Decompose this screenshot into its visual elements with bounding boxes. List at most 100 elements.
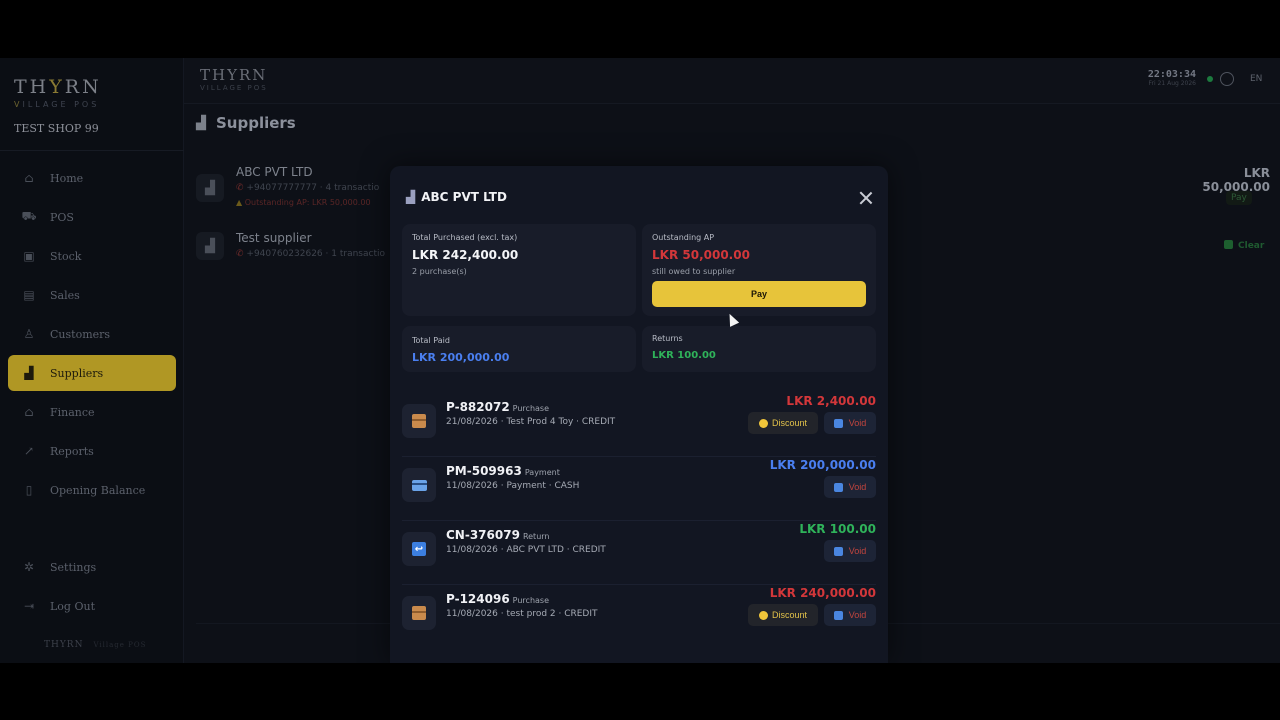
sidebar-item-suppliers[interactable]: ▟ Suppliers — [8, 355, 176, 391]
phone-icon: ✆ — [236, 183, 247, 193]
supplier-clear-button[interactable]: Clear — [1224, 240, 1264, 251]
shop-name: TEST SHOP 99 — [14, 122, 99, 135]
transaction-id: CN-376079 Return — [446, 528, 550, 542]
stat-value: LKR 242,400.00 — [412, 248, 519, 262]
bank-icon: ⌂ — [24, 405, 34, 419]
clock: 22:03:34 Fri 21 Aug 2026 — [1144, 69, 1196, 87]
sidebar-item-label: Sales — [50, 288, 80, 302]
sidebar-item-pos[interactable]: ⛟ POS — [8, 199, 176, 235]
sidebar-item-sales[interactable]: ▤ Sales — [8, 277, 176, 313]
topbar-logo: THYRN VILLAGE POS — [200, 66, 268, 92]
transaction-type: Purchase — [512, 596, 549, 605]
stat-label: Total Purchased (excl. tax) — [412, 233, 518, 242]
stat-subtext: still owed to supplier — [652, 267, 736, 276]
divider — [402, 456, 876, 457]
discount-icon — [758, 418, 768, 428]
transaction-type: Purchase — [512, 404, 549, 413]
sidebar-divider — [0, 150, 184, 151]
void-icon — [833, 610, 843, 620]
stat-total-paid: Total Paid LKR 200,000.00 — [402, 326, 636, 372]
book-icon: ▯ — [25, 483, 33, 497]
supplier-outstanding-amount: LKR 50,000.00 — [1202, 166, 1270, 194]
factory-icon: ▟ — [406, 190, 416, 204]
letterbox-bottom — [0, 663, 1280, 720]
void-button[interactable]: Void — [824, 604, 876, 626]
sidebar-item-reports[interactable]: ↗ Reports — [8, 433, 176, 469]
globe-icon[interactable] — [1220, 72, 1234, 86]
transaction-row[interactable]: P-124096 Purchase 11/08/2026 · test prod … — [402, 586, 876, 654]
sidebar-item-stock[interactable]: ▣ Stock — [8, 238, 176, 274]
transaction-row[interactable]: P-882072 Purchase 21/08/2026 · Test Prod … — [402, 394, 876, 462]
transaction-detail: 11/08/2026 · test prod 2 · CREDIT — [446, 609, 598, 619]
brand-logo: THYRN VILLAGE POS — [14, 76, 102, 109]
transaction-amount: LKR 240,000.00 — [769, 586, 876, 600]
supplier-warning: ▲ Outstanding AP: LKR 50,000.00 — [236, 198, 371, 207]
transaction-id: P-882072 Purchase — [446, 400, 549, 414]
topbar-logo-subtitle: VILLAGE POS — [200, 84, 268, 92]
sidebar-item-label: Opening Balance — [50, 483, 146, 497]
transaction-row[interactable]: ↩ CN-376079 Return 11/08/2026 · ABC PVT L… — [402, 522, 876, 590]
supplier-detail-modal: ▟ ABC PVT LTD Total Purchased (excl. tax)… — [390, 166, 888, 663]
footer-brand: THYRN — [44, 640, 84, 650]
stat-label: Returns — [652, 334, 683, 343]
sidebar-item-label: Finance — [50, 405, 95, 419]
sidebar-item-label: Reports — [50, 444, 94, 458]
factory-icon: ▟ — [196, 115, 206, 131]
transaction-type: Payment — [524, 468, 560, 477]
supplier-meta: ✆ +94077777777 · 4 transactio — [236, 183, 380, 193]
clock-time: 22:03:34 — [1147, 69, 1196, 80]
pay-button[interactable]: Pay — [652, 281, 866, 307]
stat-subtext: 2 purchase(s) — [412, 267, 467, 276]
sidebar-item-logout[interactable]: ⇥ Log Out — [8, 588, 176, 624]
topbar-logo-text: THYRN — [200, 66, 268, 84]
sidebar-item-opening-balance[interactable]: ▯ Opening Balance — [8, 472, 176, 508]
sidebar-item-label: Suppliers — [50, 366, 104, 380]
supplier-name: ABC PVT LTD — [236, 165, 313, 179]
stat-value: LKR 100.00 — [652, 350, 716, 361]
sidebar-item-label: Settings — [50, 560, 97, 574]
transaction-detail: 21/08/2026 · Test Prod 4 Toy · CREDIT — [446, 417, 616, 427]
void-button[interactable]: Void — [824, 540, 876, 562]
discount-button[interactable]: Discount — [748, 412, 818, 434]
brand-wordmark: THYRN — [14, 76, 102, 98]
supplier-meta: ✆ +940760232626 · 1 transactio — [236, 249, 385, 259]
void-icon — [833, 418, 843, 428]
sidebar: THYRN VILLAGE POS TEST SHOP 99 ⌂ Home ⛟ PO… — [0, 58, 184, 663]
void-button[interactable]: Void — [824, 476, 876, 498]
transaction-id: PM-509963 Payment — [446, 464, 560, 478]
transaction-row[interactable]: PM-509963 Payment 11/08/2026 · Payment · … — [402, 458, 876, 526]
stat-value: LKR 200,000.00 — [412, 351, 510, 364]
sidebar-item-finance[interactable]: ⌂ Finance — [8, 394, 176, 430]
divider — [402, 520, 876, 521]
void-button[interactable]: Void — [824, 412, 876, 434]
box-icon: ▣ — [23, 249, 35, 263]
check-icon — [1224, 240, 1233, 249]
stat-label: Outstanding AP — [652, 233, 715, 242]
stat-total-purchased: Total Purchased (excl. tax) LKR 242,400.… — [402, 224, 636, 316]
return-arrow-icon: ↩ — [402, 532, 436, 566]
sidebar-item-settings[interactable]: ✲ Settings — [8, 549, 176, 585]
letterbox-top — [0, 0, 1280, 58]
phone-icon: ✆ — [236, 249, 247, 259]
gear-icon: ✲ — [23, 560, 35, 574]
online-status-dot — [1207, 76, 1213, 82]
close-icon[interactable] — [858, 190, 874, 206]
user-icon: ♙ — [23, 327, 35, 341]
sidebar-item-label: Log Out — [50, 599, 95, 613]
receipt-icon: ▤ — [23, 288, 35, 302]
package-icon — [402, 596, 436, 630]
stat-label: Total Paid — [412, 336, 450, 345]
discount-button[interactable]: Discount — [748, 604, 818, 626]
cart-icon: ⛟ — [21, 209, 37, 223]
home-icon: ⌂ — [24, 171, 34, 185]
modal-title-text: ABC PVT LTD — [421, 190, 507, 204]
language-toggle[interactable]: EN — [1250, 74, 1262, 84]
modal-title: ▟ ABC PVT LTD — [406, 190, 507, 204]
logout-icon: ⇥ — [23, 599, 35, 613]
supplier-pay-button[interactable]: Pay — [1226, 191, 1252, 205]
void-icon — [833, 546, 843, 556]
stat-outstanding-ap: Outstanding AP LKR 50,000.00 still owed … — [642, 224, 876, 316]
transaction-detail: 11/08/2026 · ABC PVT LTD · CREDIT — [446, 545, 606, 555]
sidebar-item-home[interactable]: ⌂ Home — [8, 160, 176, 196]
sidebar-item-customers[interactable]: ♙ Customers — [8, 316, 176, 352]
